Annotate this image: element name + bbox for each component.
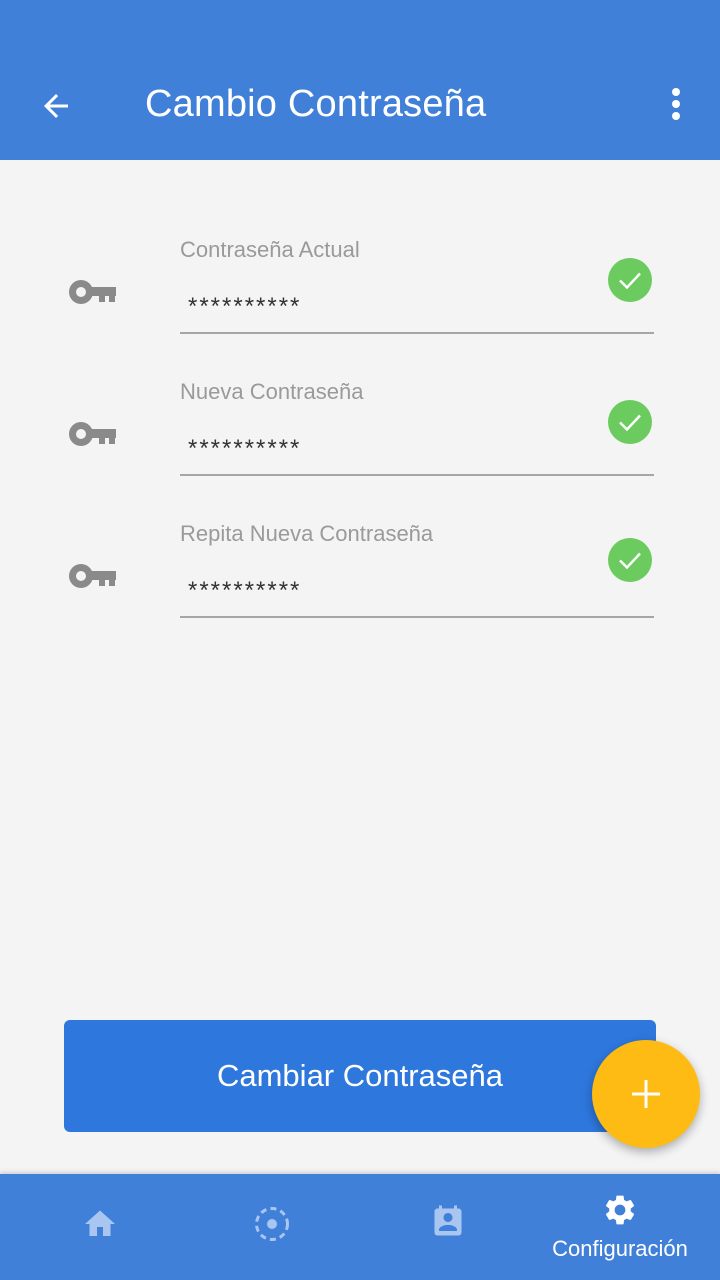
check-circle-icon: [608, 538, 652, 582]
check-circle-icon: [608, 258, 652, 302]
arrow-back-icon: [44, 94, 68, 118]
current-password-row: Contraseña Actual **********: [0, 230, 720, 370]
new-password-row: Nueva Contraseña **********: [0, 372, 720, 512]
home-icon: [85, 1210, 115, 1236]
bottom-navigation: Configuración: [0, 1174, 720, 1280]
current-password-label: Contraseña Actual: [180, 237, 360, 262]
gear-icon: [605, 1195, 635, 1225]
new-password-input[interactable]: **********: [180, 430, 654, 476]
overflow-menu-button[interactable]: [656, 84, 696, 124]
dashed-circle-icon: [255, 1207, 289, 1241]
change-password-button[interactable]: Cambiar Contraseña: [64, 1020, 656, 1132]
more-vert-icon: [672, 88, 680, 120]
page-title: Cambio Contraseña: [145, 83, 487, 125]
contact-calendar-icon: [434, 1205, 462, 1236]
new-password-label: Nueva Contraseña: [180, 379, 364, 404]
key-icon: [69, 564, 116, 588]
plus-icon: [632, 1080, 660, 1108]
current-password-input[interactable]: **********: [180, 288, 654, 334]
nav-item-contacts[interactable]: [358, 1174, 538, 1280]
repeat-password-value: **********: [188, 577, 302, 604]
repeat-password-input[interactable]: **********: [180, 572, 654, 618]
nav-item-home[interactable]: [10, 1174, 190, 1280]
nav-item-configuracion[interactable]: Configuración: [530, 1174, 710, 1280]
current-password-value: **********: [188, 293, 302, 320]
repeat-password-row: Repita Nueva Contraseña **********: [0, 514, 720, 654]
app-bar: Cambio Contraseña: [0, 0, 720, 160]
repeat-password-label: Repita Nueva Contraseña: [180, 521, 434, 546]
nav-label-configuracion: Configuración: [552, 1236, 688, 1261]
nav-item-status[interactable]: [182, 1174, 362, 1280]
key-icon: [69, 280, 116, 304]
new-password-value: **********: [188, 435, 302, 462]
add-fab[interactable]: [592, 1040, 700, 1148]
key-icon: [69, 422, 116, 446]
back-button[interactable]: [36, 86, 76, 126]
check-circle-icon: [608, 400, 652, 444]
change-password-button-label: Cambiar Contraseña: [216, 1058, 504, 1093]
